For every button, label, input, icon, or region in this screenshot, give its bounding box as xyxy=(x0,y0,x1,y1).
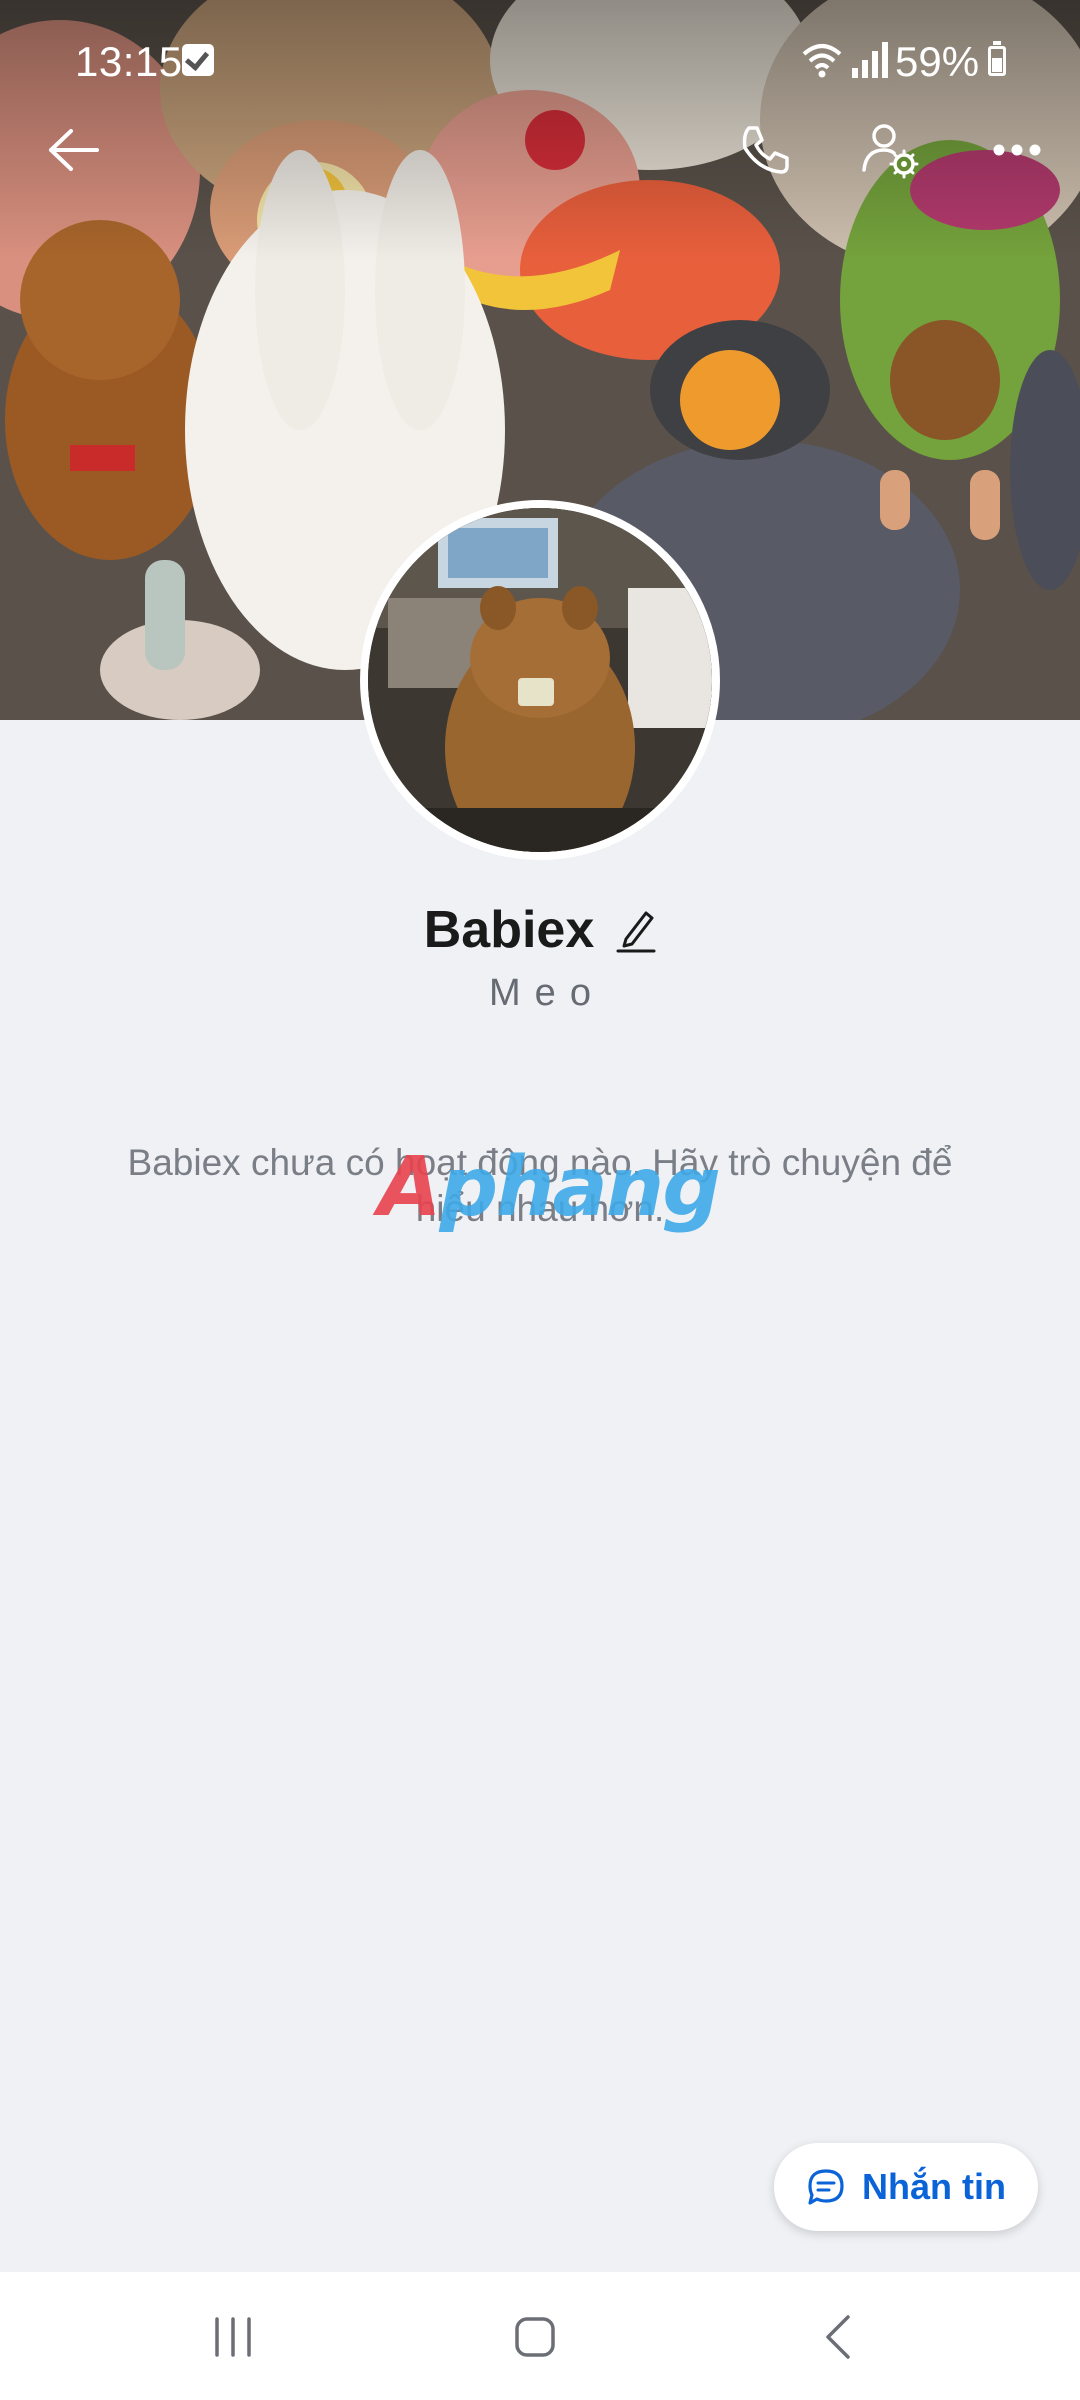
signal-icon xyxy=(852,42,888,78)
recents-button[interactable] xyxy=(193,2302,273,2372)
name-row: Babiex xyxy=(0,895,1080,965)
wifi-icon xyxy=(802,44,842,78)
chat-bubble-icon xyxy=(808,2169,844,2205)
status-time: 13:15 xyxy=(75,38,183,85)
phone-icon xyxy=(742,126,789,174)
battery-percent: 59% xyxy=(895,38,980,85)
edit-name-button[interactable] xyxy=(616,907,656,953)
home-icon xyxy=(515,2317,555,2357)
system-nav-bar xyxy=(0,2272,1080,2400)
pencil-icon xyxy=(616,911,656,953)
check-notification-icon xyxy=(182,44,214,76)
avatar-image xyxy=(368,508,712,852)
back-arrow-icon xyxy=(49,129,99,171)
battery-icon xyxy=(988,41,1006,76)
profile-screen: 13:15 59% Babiex Meo Babiex chưa có hoạt… xyxy=(0,0,1080,2400)
avatar[interactable] xyxy=(360,500,720,860)
watermark-logo: Aphang xyxy=(378,1140,721,1235)
watermark-part2: phang xyxy=(439,1140,720,1235)
system-back-button[interactable] xyxy=(798,2302,878,2372)
back-button[interactable] xyxy=(28,105,118,195)
profile-bio: Meo xyxy=(489,972,605,1014)
more-button[interactable] xyxy=(972,105,1062,195)
send-message-label: Nhắn tin xyxy=(862,2166,1006,2207)
send-message-button[interactable]: Nhắn tin xyxy=(774,2143,1038,2231)
recents-icon xyxy=(215,2317,251,2357)
watermark-part1: A xyxy=(378,1140,441,1235)
user-settings-icon xyxy=(862,124,919,179)
status-bar: 13:15 59% xyxy=(0,0,1080,120)
more-icon xyxy=(993,144,1041,156)
home-button[interactable] xyxy=(495,2302,575,2372)
profile-name: Babiex xyxy=(423,901,595,959)
back-icon xyxy=(826,2315,850,2359)
call-button[interactable] xyxy=(720,105,810,195)
user-settings-button[interactable] xyxy=(845,105,935,195)
